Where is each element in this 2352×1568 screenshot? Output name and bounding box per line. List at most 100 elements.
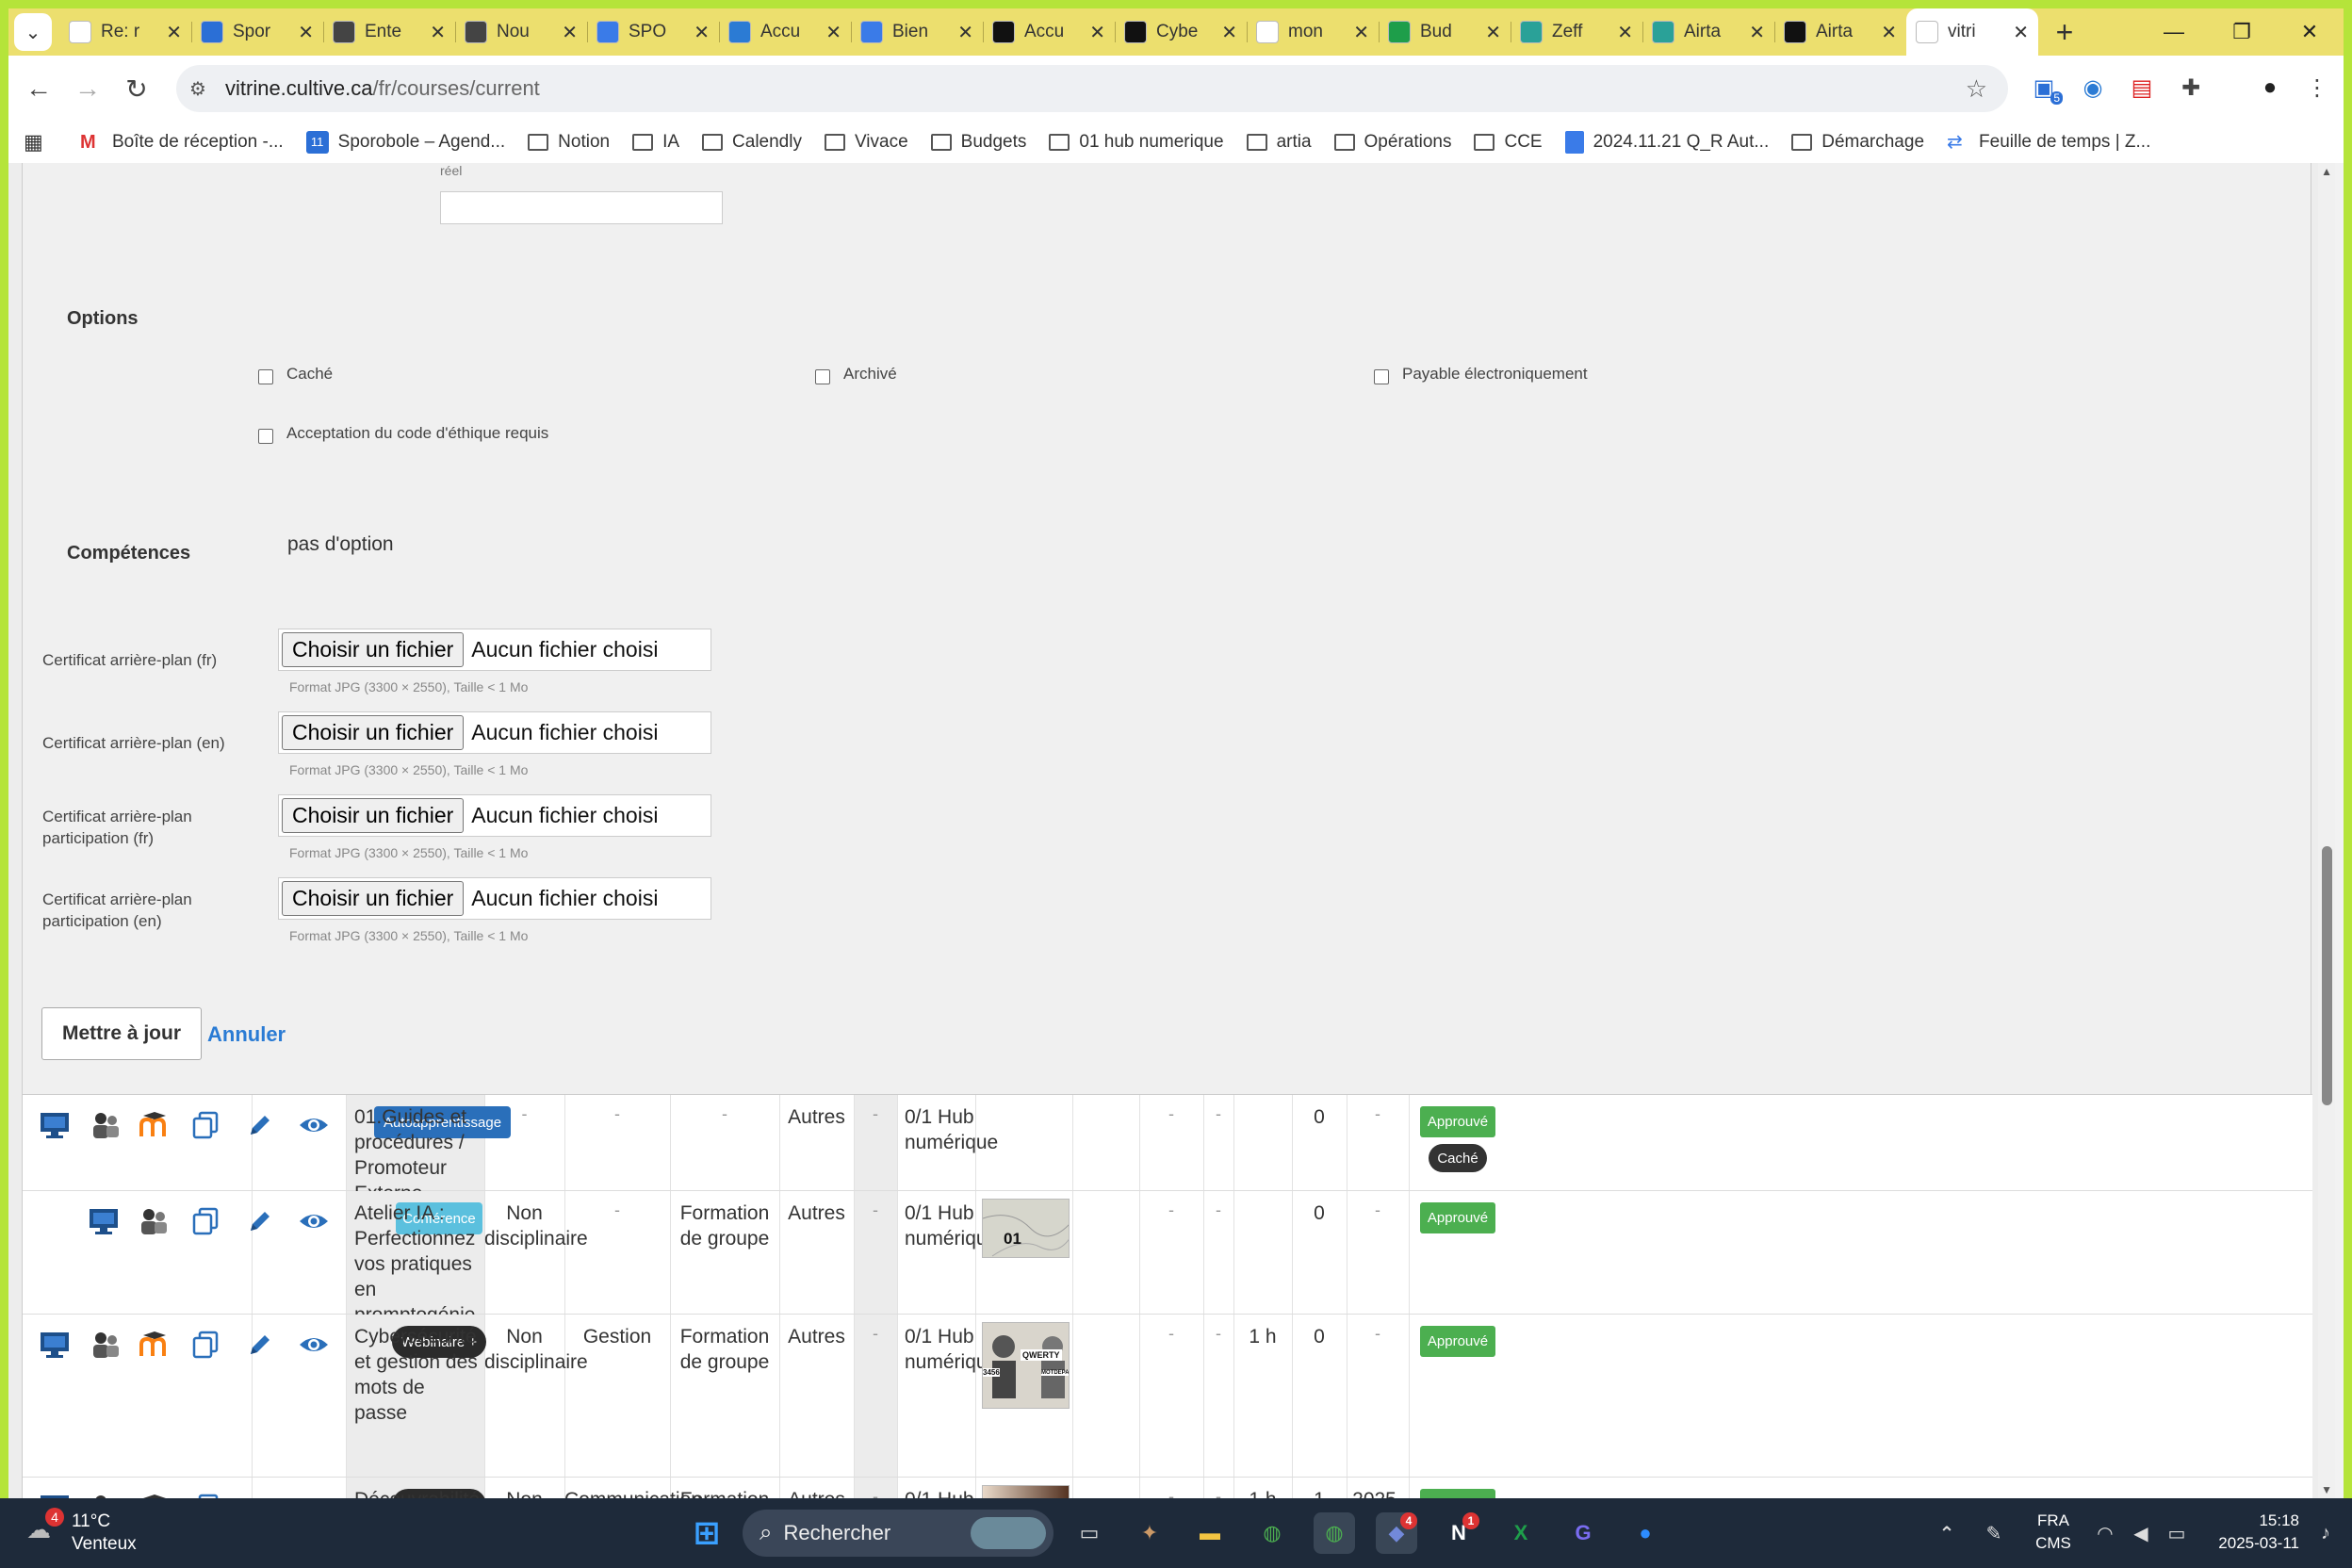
online-course-icon[interactable] xyxy=(36,1106,74,1144)
moodle-icon[interactable] xyxy=(135,1106,172,1144)
browser-tab[interactable]: Airta ✕ xyxy=(1774,8,1906,56)
edit-pencil-icon[interactable] xyxy=(241,1106,279,1144)
file-input[interactable]: Choisir un fichier Aucun fichier choisi xyxy=(278,629,711,671)
duplicate-icon[interactable] xyxy=(187,1106,224,1144)
tab-search-chevron-icon[interactable]: ⌄ xyxy=(14,13,52,51)
extensions-puzzle-icon[interactable]: ✚ xyxy=(2172,69,2210,106)
task-view-icon[interactable]: ▭ xyxy=(1069,1512,1110,1554)
edit-pencil-icon[interactable] xyxy=(241,1489,279,1498)
scroll-up-icon[interactable]: ▲ xyxy=(2321,165,2332,178)
bookmark-item[interactable]: Calendly xyxy=(702,132,802,153)
bookmark-item[interactable]: 01 hub numerique xyxy=(1049,132,1224,153)
page-scrollbar[interactable]: ▲ ▼ xyxy=(2318,163,2335,1498)
extension-tasks-icon[interactable]: ▣ 5 xyxy=(2025,69,2063,106)
app-g-icon[interactable]: G xyxy=(1562,1512,1604,1554)
browser-tab[interactable]: Bud ✕ xyxy=(1379,8,1511,56)
tab-close-icon[interactable]: ✕ xyxy=(694,21,710,44)
ethics-code-checkbox[interactable]: Acceptation du code d'éthique requis xyxy=(258,423,548,444)
taskbar-search[interactable]: ⌕ Rechercher xyxy=(743,1510,1054,1557)
bookmark-item[interactable]: 11 Sporobole – Agend... xyxy=(305,131,505,154)
tab-close-icon[interactable]: ✕ xyxy=(1617,21,1633,44)
tab-close-icon[interactable]: ✕ xyxy=(825,21,841,44)
bookmark-item[interactable]: ⇄ Feuille de temps | Z... xyxy=(1947,132,2150,153)
chrome-icon[interactable]: ◍ xyxy=(1251,1512,1293,1554)
file-input[interactable]: Choisir un fichier Aucun fichier choisi xyxy=(278,711,711,754)
tab-close-icon[interactable]: ✕ xyxy=(1089,21,1105,44)
file-input[interactable]: Choisir un fichier Aucun fichier choisi xyxy=(278,794,711,837)
bookmark-item[interactable]: Opérations xyxy=(1333,132,1451,153)
chrome-profile-icon[interactable]: ◍ xyxy=(1314,1512,1355,1554)
minimize-icon[interactable]: — xyxy=(2140,8,2208,56)
archived-checkbox[interactable]: Archivé xyxy=(815,364,897,384)
address-bar[interactable]: ⚙ vitrine.cultive.ca/fr/courses/current … xyxy=(176,65,2008,112)
update-button[interactable]: Mettre à jour xyxy=(41,1007,202,1060)
tab-close-icon[interactable]: ✕ xyxy=(1221,21,1237,44)
edit-pencil-icon[interactable] xyxy=(241,1202,279,1240)
mic-location-icon[interactable]: ✎ xyxy=(1973,1512,2015,1554)
tab-close-icon[interactable]: ✕ xyxy=(2013,21,2029,44)
bookmark-item[interactable]: 2024.11.21 Q_R Aut... xyxy=(1564,131,1769,154)
browser-tab[interactable]: Bien ✕ xyxy=(851,8,983,56)
apps-grid-icon[interactable]: ▦ xyxy=(24,130,61,155)
tab-close-icon[interactable]: ✕ xyxy=(1881,21,1897,44)
view-eye-icon[interactable] xyxy=(295,1106,333,1144)
clock[interactable]: 15:18 2025-03-11 xyxy=(2196,1510,2299,1555)
choose-file-button[interactable]: Choisir un fichier xyxy=(282,632,465,667)
checkbox-box[interactable] xyxy=(815,369,830,384)
reload-icon[interactable]: ↻ xyxy=(112,74,161,105)
online-course-icon[interactable] xyxy=(85,1202,122,1240)
moodle-icon[interactable] xyxy=(135,1489,172,1498)
cancel-link[interactable]: Annuler xyxy=(207,1022,286,1047)
duplicate-icon[interactable] xyxy=(187,1202,224,1240)
browser-tab[interactable]: Accu ✕ xyxy=(719,8,851,56)
restore-icon[interactable]: ❐ xyxy=(2208,8,2276,56)
browser-tab[interactable]: mon ✕ xyxy=(1247,8,1379,56)
tab-close-icon[interactable]: ✕ xyxy=(1353,21,1369,44)
browser-tab[interactable]: Accu ✕ xyxy=(983,8,1115,56)
browser-tab[interactable]: vitri ✕ xyxy=(1906,8,2038,56)
duplicate-icon[interactable] xyxy=(187,1326,224,1364)
bookmark-item[interactable]: M Boîte de réception -... xyxy=(80,132,284,153)
participants-icon[interactable] xyxy=(87,1489,124,1498)
tab-close-icon[interactable]: ✕ xyxy=(562,21,578,44)
tab-close-icon[interactable]: ✕ xyxy=(1749,21,1765,44)
tab-close-icon[interactable]: ✕ xyxy=(298,21,314,44)
file-input[interactable]: Choisir un fichier Aucun fichier choisi xyxy=(278,877,711,920)
extension-c-icon[interactable]: ◉ xyxy=(2074,69,2112,106)
browser-tab[interactable]: Cybe ✕ xyxy=(1115,8,1247,56)
hidden-checkbox[interactable]: Caché xyxy=(258,364,333,384)
bookmark-item[interactable]: Notion xyxy=(528,132,610,153)
participants-icon[interactable] xyxy=(135,1202,172,1240)
tab-close-icon[interactable]: ✕ xyxy=(430,21,446,44)
checkbox-box[interactable] xyxy=(1374,369,1389,384)
electronic-payment-checkbox[interactable]: Payable électroniquement xyxy=(1374,364,1588,384)
windows-start-icon[interactable]: ⊞ xyxy=(686,1512,727,1554)
bookmark-star-icon[interactable]: ☆ xyxy=(1966,74,1987,104)
browser-tab[interactable]: Zeff ✕ xyxy=(1511,8,1642,56)
browser-tab[interactable]: Nou ✕ xyxy=(455,8,587,56)
choose-file-button[interactable]: Choisir un fichier xyxy=(282,881,465,916)
zoom-icon[interactable]: ● xyxy=(1625,1512,1666,1554)
browser-tab[interactable]: Spor ✕ xyxy=(191,8,323,56)
partial-text-input[interactable] xyxy=(440,191,723,224)
profile-avatar[interactable]: ● xyxy=(2251,69,2289,106)
edit-pencil-icon[interactable] xyxy=(241,1326,279,1364)
duplicate-icon[interactable] xyxy=(187,1489,224,1498)
back-icon[interactable]: ← xyxy=(14,74,63,104)
bookmark-item[interactable]: Budgets xyxy=(930,132,1026,153)
bookmark-item[interactable]: IA xyxy=(632,132,679,153)
bookmark-item[interactable]: Démarchage xyxy=(1791,132,1924,153)
tray-overflow-icon[interactable]: ⌃ xyxy=(1926,1512,1968,1554)
language-indicator[interactable]: FRA CMS xyxy=(2030,1510,2077,1555)
online-course-icon[interactable] xyxy=(36,1326,74,1364)
participants-icon[interactable] xyxy=(87,1326,124,1364)
participants-icon[interactable] xyxy=(87,1106,124,1144)
browser-tab[interactable]: Airta ✕ xyxy=(1642,8,1774,56)
forward-icon[interactable]: → xyxy=(63,74,112,104)
browser-tab[interactable]: Re: r ✕ xyxy=(59,8,191,56)
notification-bell-icon[interactable]: ♪ xyxy=(2305,1512,2346,1554)
pdf-extension-icon[interactable]: ▤ xyxy=(2123,69,2161,106)
notion-icon[interactable]: N1 xyxy=(1438,1512,1479,1554)
tab-close-icon[interactable]: ✕ xyxy=(957,21,973,44)
view-eye-icon[interactable] xyxy=(295,1202,333,1240)
